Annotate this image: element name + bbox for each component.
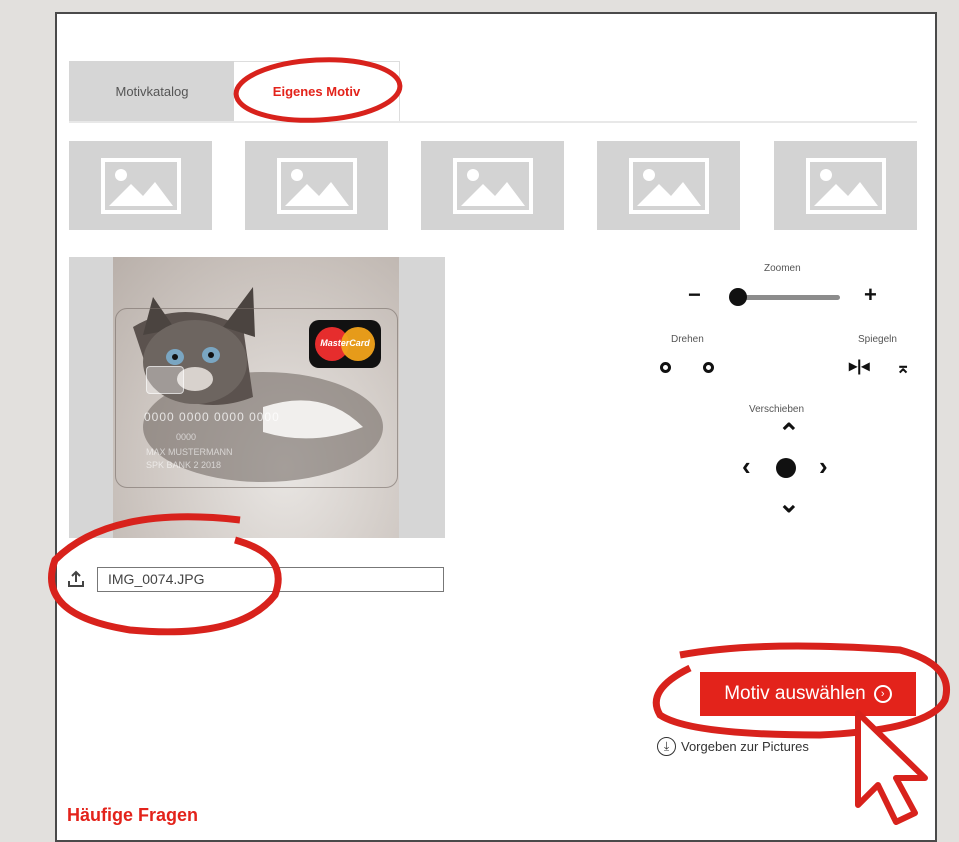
card-number: 0000 0000 0000 0000 (144, 410, 280, 424)
select-motif-button[interactable]: Motiv auswählen › (700, 672, 916, 716)
card-line: 0000 (176, 432, 197, 442)
mastercard-logo-text: MasterCard (320, 338, 370, 348)
move-center-icon[interactable] (776, 458, 796, 478)
move-right-icon[interactable]: › (819, 453, 828, 479)
card-bank: SPK BANK 2 2018 (146, 460, 222, 470)
tab-motivkatalog[interactable]: Motivkatalog (69, 61, 235, 121)
zoom-slider-track[interactable] (737, 295, 840, 300)
faq-heading: Häufige Fragen (67, 805, 199, 825)
tab-motivkatalog-label: Motivkatalog (115, 83, 189, 99)
chevron-right-icon: › (873, 685, 892, 703)
image-placeholder-icon (805, 157, 886, 214)
card-holder: MAX MUSTERMANN (146, 447, 233, 457)
download-guidelines-label: Vorgeben zur Pictures (681, 739, 809, 754)
image-placeholder-icon (628, 157, 709, 214)
zoom-slider-knob[interactable] (729, 288, 747, 306)
zoom-out-button[interactable]: − (688, 284, 701, 306)
image-placeholder-icon (452, 157, 533, 214)
move-label: Verschieben (749, 404, 805, 415)
select-motif-label: Motiv auswählen (724, 683, 866, 704)
motif-thumbnail[interactable] (421, 141, 564, 230)
motif-thumbnail[interactable] (69, 141, 212, 230)
move-up-icon[interactable]: ⌃ (778, 420, 800, 446)
motif-thumbnail[interactable] (597, 141, 740, 230)
card-chip (146, 366, 184, 394)
mirror-label: Spiegeln (858, 334, 897, 345)
move-down-icon[interactable]: ⌄ (778, 490, 800, 516)
rotate-left-icon[interactable] (660, 362, 671, 373)
image-placeholder-icon (276, 157, 357, 214)
zoom-in-button[interactable]: + (864, 284, 877, 306)
image-placeholder-icon (100, 157, 181, 214)
tab-eigenes-motiv-label: Eigenes Motiv (272, 84, 361, 99)
move-left-icon[interactable]: ‹ (742, 453, 751, 479)
motif-thumbnail[interactable] (245, 141, 388, 230)
file-name-field[interactable]: IMG_0074.JPG (97, 567, 444, 592)
mastercard-logo: MasterCard (309, 320, 381, 368)
rotate-right-icon[interactable] (703, 362, 714, 373)
zoom-label: Zoomen (764, 263, 801, 274)
rotate-label: Drehen (671, 334, 704, 345)
motif-thumbnail[interactable] (774, 141, 917, 230)
tab-divider (69, 121, 917, 123)
mirror-vertical-icon[interactable]: ⌅ (896, 359, 910, 376)
download-guidelines-link[interactable]: ⤓ Vorgeben zur Pictures (657, 737, 809, 756)
download-icon: ⤓ (657, 737, 676, 756)
mirror-horizontal-icon[interactable]: ▸|◂ (849, 359, 870, 375)
upload-icon[interactable] (67, 570, 87, 590)
tab-eigenes-motiv[interactable]: Eigenes Motiv (234, 61, 400, 121)
